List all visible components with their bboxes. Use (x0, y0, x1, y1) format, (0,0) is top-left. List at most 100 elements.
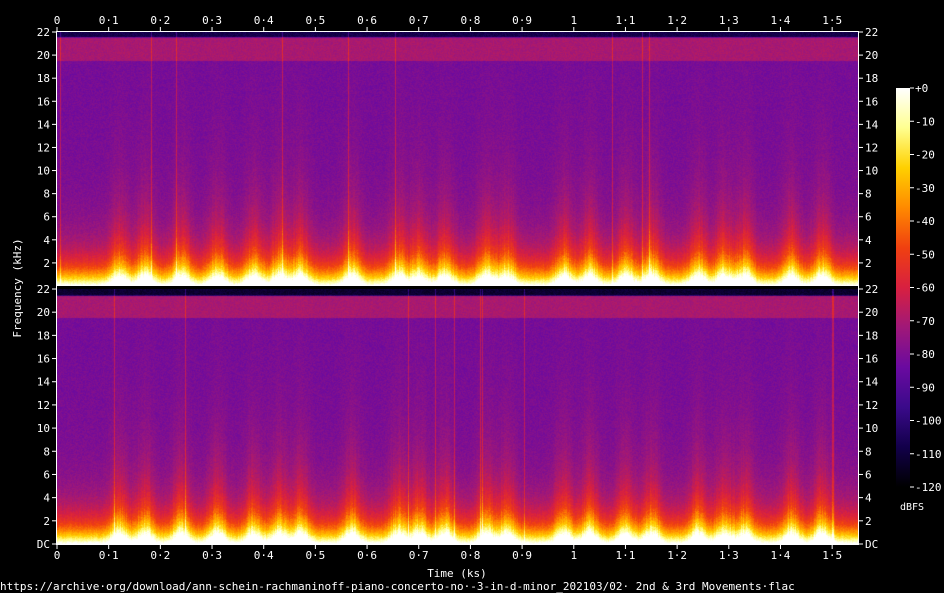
x-tick-label-top: 0·6 (357, 14, 377, 27)
y-tick-label-right: 12 (865, 141, 878, 154)
y-tick-label-right: 10 (865, 165, 878, 178)
x-tick-label-top: 1·1 (616, 14, 636, 27)
y-tick-label-left: 8 (43, 188, 50, 201)
x-tick-label-top: 1·4 (771, 14, 791, 27)
x-tick-label-top: 1·5 (822, 14, 842, 27)
y-tick-label-right: 6 (865, 211, 872, 224)
y-tick-label-right: 22 (865, 26, 878, 39)
y-tick-label-right: DC (865, 538, 878, 551)
y-tick-label-left: 8 (43, 445, 50, 458)
x-tick-label-bottom: 1·2 (667, 549, 687, 562)
colorbar-tick-label: -10 (915, 115, 935, 128)
y-tick-label-right: 4 (865, 492, 872, 505)
x-tick-label-bottom: 0·9 (512, 549, 532, 562)
x-tick-label-top: 0·9 (512, 14, 532, 27)
y-tick-label-right: 2 (865, 257, 872, 270)
y-tick-label-right: 20 (865, 49, 878, 62)
y-tick-label-left: 14 (37, 118, 51, 131)
x-tick-label-top: 1·3 (719, 14, 739, 27)
y-tick-label-left: 16 (37, 95, 50, 108)
colorbar-tick-label: -70 (915, 315, 935, 328)
x-axis-label: Time (ks) (427, 567, 487, 580)
x-tick-label-top: 1 (570, 14, 577, 27)
y-tick-label-left: DC (37, 538, 50, 551)
x-tick-label-top: 0·8 (460, 14, 480, 27)
y-tick-label-right: 2 (865, 515, 872, 528)
x-tick-label-top: 0·7 (409, 14, 429, 27)
y-tick-label-left: 4 (43, 492, 50, 505)
x-tick-label-bottom: 0·4 (254, 549, 274, 562)
y-tick-label-right: 22 (865, 283, 878, 296)
colorbar-tick-label: -80 (915, 348, 935, 361)
y-tick-label-right: 16 (865, 353, 878, 366)
colorbar-tick-label: -50 (915, 248, 935, 261)
y-tick-label-right: 14 (865, 376, 879, 389)
y-tick-label-left: 10 (37, 422, 50, 435)
y-tick-label-right: 16 (865, 95, 878, 108)
spectrogram-channel-1 (57, 32, 858, 286)
colorbar-tick-label: -110 (915, 448, 942, 461)
y-tick-label-left: 18 (37, 329, 50, 342)
y-tick-label-left: 16 (37, 353, 50, 366)
y-tick-label-left: 10 (37, 165, 50, 178)
y-tick-label-left: 12 (37, 141, 50, 154)
y-tick-label-right: 4 (865, 234, 872, 247)
x-tick-label-bottom: 0 (54, 549, 61, 562)
x-tick-label-top: 0·1 (99, 14, 119, 27)
x-tick-label-top: 1·2 (667, 14, 687, 27)
colorbar-tick-label: -100 (915, 415, 942, 428)
x-tick-label-bottom: 0·1 (99, 549, 119, 562)
y-tick-label-left: 6 (43, 468, 50, 481)
x-tick-label-top: 0·3 (202, 14, 222, 27)
x-tick-label-bottom: 0·7 (409, 549, 429, 562)
y-tick-label-left: 4 (43, 234, 50, 247)
colorbar-tick-label: -40 (915, 215, 935, 228)
colorbar (896, 88, 910, 487)
y-tick-label-right: 8 (865, 188, 872, 201)
x-tick-label-top: 0·4 (254, 14, 274, 27)
x-tick-label-top: 0·2 (150, 14, 170, 27)
x-tick-label-top: 0·5 (305, 14, 325, 27)
y-tick-label-right: 10 (865, 422, 878, 435)
y-tick-label-left: 14 (37, 376, 51, 389)
y-tick-label-left: 22 (37, 26, 50, 39)
y-tick-label-right: 18 (865, 72, 878, 85)
colorbar-tick-label: -90 (915, 381, 935, 394)
x-tick-label-bottom: 1·1 (616, 549, 636, 562)
y-tick-label-right: 20 (865, 306, 878, 319)
spectrogram-channel-2 (57, 289, 858, 544)
y-tick-label-right: 12 (865, 399, 878, 412)
x-tick-label-bottom: 0·6 (357, 549, 377, 562)
x-tick-label-top: 0 (54, 14, 61, 27)
y-tick-label-left: 20 (37, 49, 50, 62)
y-tick-label-left: 20 (37, 306, 50, 319)
colorbar-tick-label: -30 (915, 182, 935, 195)
colorbar-tick-label: -120 (915, 481, 942, 494)
y-tick-label-left: 2 (43, 515, 50, 528)
y-axis-label: Frequency (kHz) (11, 238, 24, 337)
y-tick-label-right: 14 (865, 118, 879, 131)
colorbar-ticks: +0 -10 -20 -30 -40 -50 -60 -70 -80 -90 -100 -110 -12… (910, 82, 942, 494)
x-tick-label-bottom: 0·5 (305, 549, 325, 562)
y-tick-label-left: 12 (37, 399, 50, 412)
y-tick-label-left: 18 (37, 72, 50, 85)
colorbar-tick-label: -20 (915, 149, 935, 162)
colorbar-label: dBFS (900, 502, 924, 513)
y-tick-label-right: 8 (865, 445, 872, 458)
source-caption: https://archive·org/download/ann-schein-… (0, 580, 795, 593)
x-tick-label-bottom: 1·3 (719, 549, 739, 562)
y-tick-label-left: 6 (43, 211, 50, 224)
x-tick-label-bottom: 1·4 (771, 549, 791, 562)
colorbar-tick-label: -60 (915, 282, 935, 295)
spectrogram-figure: 0 0 0·1 0·1 0·2 0·2 0·3 0·3 0·4 0·4 0·5 0·5 0·6 0·6 0·… (0, 14, 942, 593)
y-tick-label-left: 22 (37, 283, 50, 296)
x-tick-label-bottom: 1 (570, 549, 577, 562)
x-tick-label-bottom: 0·8 (460, 549, 480, 562)
x-tick-label-bottom: 1·5 (822, 549, 842, 562)
y-tick-label-right: 6 (865, 468, 872, 481)
y-tick-label-right: 18 (865, 329, 878, 342)
x-tick-label-bottom: 0·2 (150, 549, 170, 562)
x-tick-label-bottom: 0·3 (202, 549, 222, 562)
y-tick-label-left: 2 (43, 257, 50, 270)
colorbar-tick-label: +0 (915, 82, 928, 95)
